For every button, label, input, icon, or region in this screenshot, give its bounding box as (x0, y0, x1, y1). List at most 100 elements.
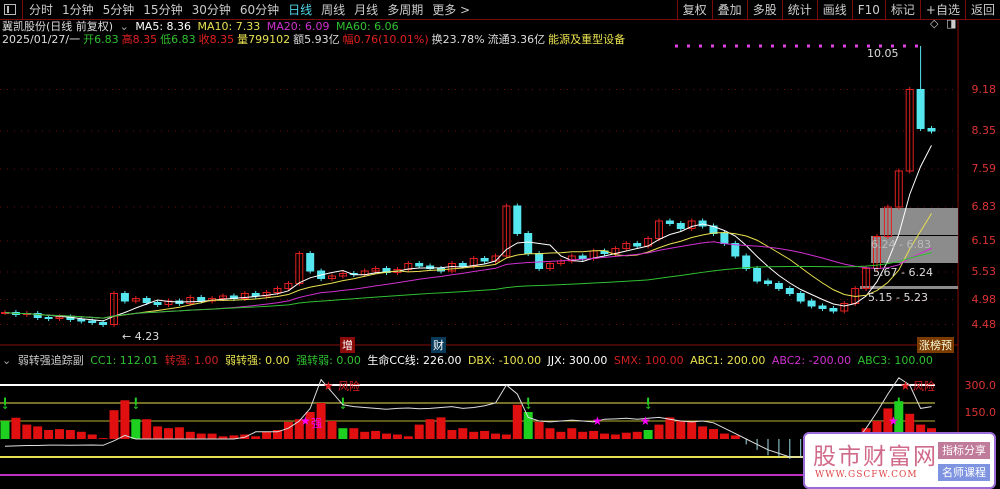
indicator-bar (512, 404, 522, 439)
tag-zeng[interactable]: 增 (340, 337, 355, 353)
indicator-bar (621, 432, 631, 439)
candle (44, 317, 53, 319)
candle (927, 128, 936, 132)
indicator-bar (589, 430, 599, 439)
price-tick: 4.48 (971, 317, 997, 331)
qzr: 强转弱: 0.00 (296, 354, 361, 367)
indicator-bar (142, 419, 152, 439)
star-icon: ★ (900, 379, 911, 393)
candle (720, 233, 729, 244)
cc1-line (4, 377, 932, 458)
indicator-bar (33, 426, 43, 439)
green-arrow-icon: ↓ (895, 401, 903, 412)
indicator-bar (534, 421, 544, 439)
abc3: ABC3: 100.00 (857, 354, 933, 367)
candle (578, 255, 587, 259)
ind-axis-150: 150.0 (964, 406, 997, 419)
indicator-bar (709, 429, 718, 439)
indicator-bar (480, 430, 490, 439)
indicator-bar (120, 400, 130, 439)
price-tick: 8.35 (971, 124, 997, 137)
smx: SMX: 100.00 (613, 354, 684, 367)
range-box (860, 286, 958, 289)
indicator-bar (382, 433, 391, 439)
indicator-bar (414, 424, 424, 439)
candle (818, 305, 827, 309)
indicator-bar (501, 434, 511, 439)
indicator-bar (153, 426, 163, 439)
indicator-bar (403, 436, 413, 439)
price-tick: 4.98 (971, 292, 997, 306)
range-label-2: 5.67 - 6.24 (873, 266, 933, 279)
price-tick: 9.18 (971, 82, 997, 96)
indicator-bar (676, 421, 686, 439)
indicator-bar (632, 431, 642, 439)
indicator-bar (556, 431, 566, 439)
green-arrow-icon: ↓ (339, 401, 347, 412)
indicator-bar (174, 427, 184, 439)
candle (807, 300, 816, 307)
candle (99, 322, 108, 325)
indicator-bar (207, 433, 217, 439)
indicator-bar (600, 433, 609, 439)
indicator-bar (545, 428, 555, 439)
indicator-bar (76, 431, 86, 439)
green-arrow-icon: ↓ (524, 401, 532, 412)
price-tick: 5.53 (971, 265, 997, 278)
indicator-bar (567, 428, 577, 439)
range-label-1: 6.24 - 6.83 (871, 238, 931, 251)
indicator-bar (458, 428, 468, 439)
candle (120, 293, 129, 302)
indicator-bar (523, 412, 533, 439)
dbx: DBX: -100.00 (467, 354, 542, 367)
candle (916, 89, 925, 129)
course-button[interactable]: 名师课程 (938, 464, 990, 481)
candle (524, 233, 533, 254)
candle (753, 268, 762, 282)
indicator-bar (469, 431, 479, 439)
abc2: ABC2: -200.00 (771, 354, 852, 367)
jjx: JJX: 300.00 (547, 354, 608, 367)
candle (764, 280, 772, 284)
abc1: ABC1: 200.00 (690, 354, 766, 367)
indicator-bar (665, 417, 675, 439)
tag-cai[interactable]: 财 (431, 337, 446, 353)
indicator-bar (164, 428, 173, 439)
range-label-3: 5.15 - 5.23 (868, 291, 928, 304)
ma60-line (4, 252, 932, 319)
green-arrow-icon: ↓ (644, 401, 652, 412)
ind-axis-300: 300.0 (964, 379, 997, 392)
indicator-bar (687, 421, 697, 439)
watermark: 股市财富网 WWW.GSCFW.COM 指标分享 名师课程 (803, 432, 996, 489)
candle (665, 220, 674, 224)
indicator-bar (283, 421, 293, 439)
green-arrow-icon: ↓ (1, 401, 9, 412)
candle (676, 223, 685, 229)
indicator-bar (44, 430, 54, 439)
star-icon: ★ (640, 414, 651, 428)
indicator-name[interactable]: 弱转强追踪副 (18, 354, 84, 367)
indicator-bar (65, 430, 75, 439)
zq: 转强: 1.00 (164, 354, 219, 367)
indicator-bar (436, 417, 446, 439)
collapse-icon[interactable]: ⌄ (2, 354, 11, 367)
indicator-bar (251, 436, 261, 439)
tag-rank[interactable]: 涨榜预 (917, 337, 954, 353)
candle (535, 253, 544, 269)
indicator-bar (131, 419, 141, 439)
candle (633, 243, 642, 247)
kline-chart[interactable]: ↓ ↓ ↓ ↓ ↓ ↓ ★ ★ ★ ★ ★ ★ (0, 0, 1000, 489)
indicator-bar (643, 430, 653, 439)
rzq: 弱转强: 0.00 (224, 354, 290, 367)
indicator-bar (22, 424, 32, 439)
indicator-bar (610, 434, 620, 439)
ma5-line (4, 145, 932, 322)
candle (513, 205, 522, 234)
indicator-bar (698, 426, 708, 439)
share-button[interactable]: 指标分享 (938, 442, 990, 459)
indicator-bar (392, 434, 402, 439)
indicator-bar (447, 430, 457, 439)
green-arrow-icon: ↓ (132, 401, 140, 412)
candle (415, 263, 424, 267)
price-tick: 6.83 (971, 200, 997, 213)
